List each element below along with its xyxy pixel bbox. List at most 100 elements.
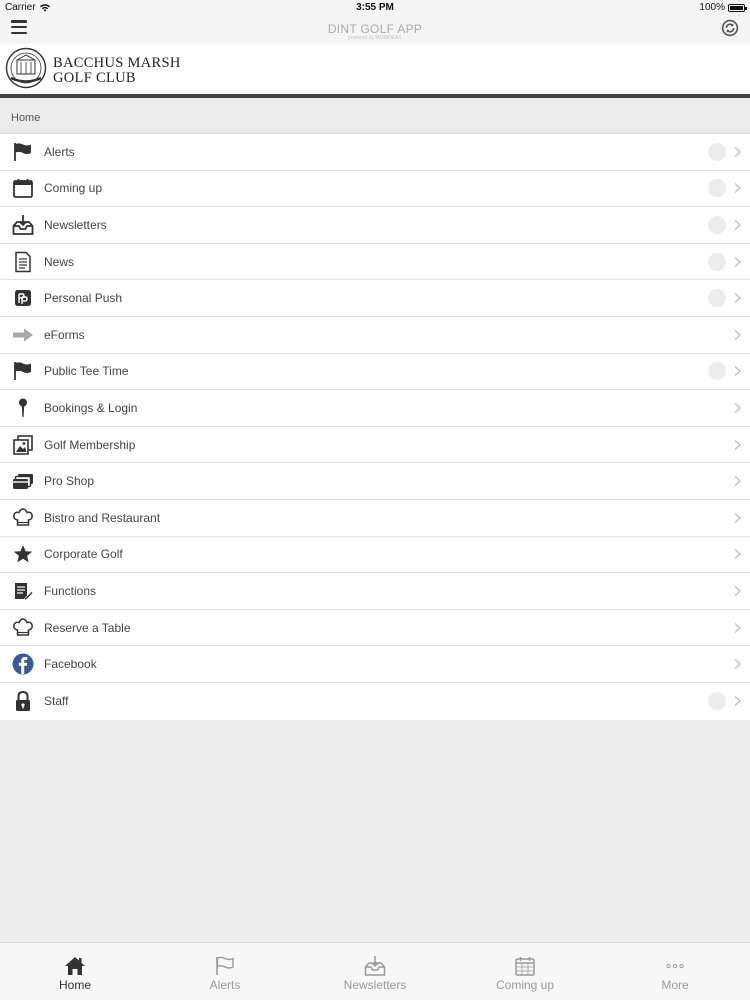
menu-item-label: Staff: [44, 694, 69, 709]
menu-item-label: Coming up: [44, 181, 103, 196]
inbox-download-icon: [12, 214, 34, 236]
menu-list: Alerts Coming up Newsletters News Person…: [0, 134, 750, 720]
menu-item-label: Alerts: [44, 144, 75, 159]
menu-item-functions[interactable]: Functions: [0, 573, 750, 610]
lock-icon: [12, 690, 34, 712]
menu-item-facebook[interactable]: Facebook: [0, 646, 750, 683]
menu-item-personal-push[interactable]: Personal Push: [0, 280, 750, 317]
star-icon: [12, 543, 34, 565]
menu-item-newsletters[interactable]: Newsletters: [0, 207, 750, 244]
battery-indicator: 100%: [699, 2, 747, 13]
flag-icon: [12, 141, 34, 163]
bottom-tab-bar: Home Alerts Newsletters Coming up More: [0, 942, 750, 1000]
chevron-right-icon: [734, 476, 741, 487]
menu-item-eforms[interactable]: eForms: [0, 317, 750, 354]
flag-icon: [216, 956, 234, 975]
golf-tee-icon: [12, 397, 34, 419]
sync-icon[interactable]: [721, 19, 739, 37]
chevron-right-icon: [734, 585, 741, 596]
personal-push-icon: [12, 287, 34, 309]
home-icon: [65, 957, 85, 975]
menu-item-reserve-table[interactable]: Reserve a Table: [0, 610, 750, 647]
tab-label: Newsletters: [343, 978, 407, 992]
document-icon: [12, 251, 34, 273]
battery-percent: 100%: [699, 2, 725, 13]
menu-item-coming-up[interactable]: Coming up: [0, 171, 750, 208]
chevron-right-icon: [734, 549, 741, 560]
chevron-right-icon: [734, 183, 741, 194]
badge-indicator: [708, 252, 726, 271]
club-crest-logo: [5, 47, 47, 89]
chef-hat-icon: [12, 617, 34, 639]
menu-item-label: Public Tee Time: [44, 364, 129, 379]
menu-item-label: Bookings & Login: [44, 400, 138, 415]
menu-item-corporate-golf[interactable]: Corporate Golf: [0, 537, 750, 574]
flag-icon: [12, 360, 34, 382]
menu-item-pro-shop[interactable]: Pro Shop: [0, 463, 750, 500]
tab-coming-up[interactable]: Coming up: [450, 943, 600, 1000]
chevron-right-icon: [734, 439, 741, 450]
app-subtitle: powered by MOBIDEAS: [348, 35, 402, 41]
menu-item-label: Bistro and Restaurant: [44, 510, 161, 525]
calendar-icon: [515, 957, 535, 976]
badge-indicator: [708, 289, 726, 308]
inbox-download-icon: [364, 956, 386, 976]
gallery-icon: [12, 434, 34, 456]
chevron-right-icon: [734, 366, 741, 377]
badge-indicator: [708, 362, 726, 381]
status-time: 3:55 PM: [356, 2, 394, 13]
club-header: BACCHUS MARSH GOLF CLUB: [0, 44, 750, 94]
tab-label: More: [661, 978, 689, 992]
club-name-line2: GOLF CLUB: [53, 70, 136, 86]
tab-alerts[interactable]: Alerts: [150, 943, 300, 1000]
club-name-line1: BACCHUS MARSH: [53, 55, 181, 71]
notepad-icon: [12, 580, 34, 602]
menu-item-label: Golf Membership: [44, 437, 136, 452]
tab-label: Alerts: [209, 978, 241, 992]
breadcrumb: Home: [0, 98, 750, 134]
tab-label: Coming up: [495, 978, 555, 992]
menu-item-bistro-restaurant[interactable]: Bistro and Restaurant: [0, 500, 750, 537]
chevron-right-icon: [734, 219, 741, 231]
menu-item-golf-membership[interactable]: Golf Membership: [0, 427, 750, 464]
chevron-right-icon: [734, 659, 741, 670]
menu-item-news[interactable]: News: [0, 244, 750, 281]
more-dots-icon: [666, 963, 684, 969]
badge-indicator: [708, 215, 726, 234]
menu-item-alerts[interactable]: Alerts: [0, 134, 750, 171]
chevron-right-icon: [734, 402, 741, 414]
menu-item-staff[interactable]: Staff: [0, 683, 750, 720]
menu-item-label: Facebook: [44, 657, 97, 672]
calendar-icon: [12, 177, 34, 199]
badge-indicator: [708, 142, 726, 161]
chevron-right-icon: [734, 256, 741, 267]
tab-home[interactable]: Home: [0, 943, 150, 1000]
app-bar: DINT GOLF APP powered by MOBIDEAS: [0, 14, 750, 44]
chef-hat-icon: [12, 507, 34, 529]
chevron-right-icon: [734, 293, 741, 304]
battery-icon: [728, 3, 747, 12]
tab-more[interactable]: More: [600, 943, 750, 1000]
menu-item-label: Corporate Golf: [44, 547, 123, 562]
menu-item-bookings-login[interactable]: Bookings & Login: [0, 390, 750, 427]
facebook-icon: [12, 653, 34, 675]
cards-icon: [12, 470, 34, 492]
menu-item-label: Reserve a Table: [44, 620, 131, 635]
tab-newsletters[interactable]: Newsletters: [300, 943, 450, 1000]
chevron-right-icon: [734, 622, 741, 633]
menu-item-label: Newsletters: [44, 217, 107, 232]
menu-item-public-tee-time[interactable]: Public Tee Time: [0, 354, 750, 391]
arrow-right-icon: [12, 324, 34, 346]
status-bar: Carrier 3:55 PM 100%: [0, 0, 750, 14]
app-title: DINT GOLF APP: [327, 22, 423, 36]
menu-item-label: News: [44, 254, 75, 269]
club-name: BACCHUS MARSH GOLF CLUB: [53, 56, 181, 86]
menu-item-label: Functions: [44, 583, 97, 598]
menu-item-label: Pro Shop: [44, 474, 95, 489]
badge-indicator: [708, 692, 726, 711]
chevron-right-icon: [734, 696, 741, 707]
chevron-right-icon: [734, 146, 741, 157]
chevron-right-icon: [734, 329, 741, 340]
menu-item-label: eForms: [44, 327, 85, 342]
tab-label: Home: [58, 978, 91, 992]
